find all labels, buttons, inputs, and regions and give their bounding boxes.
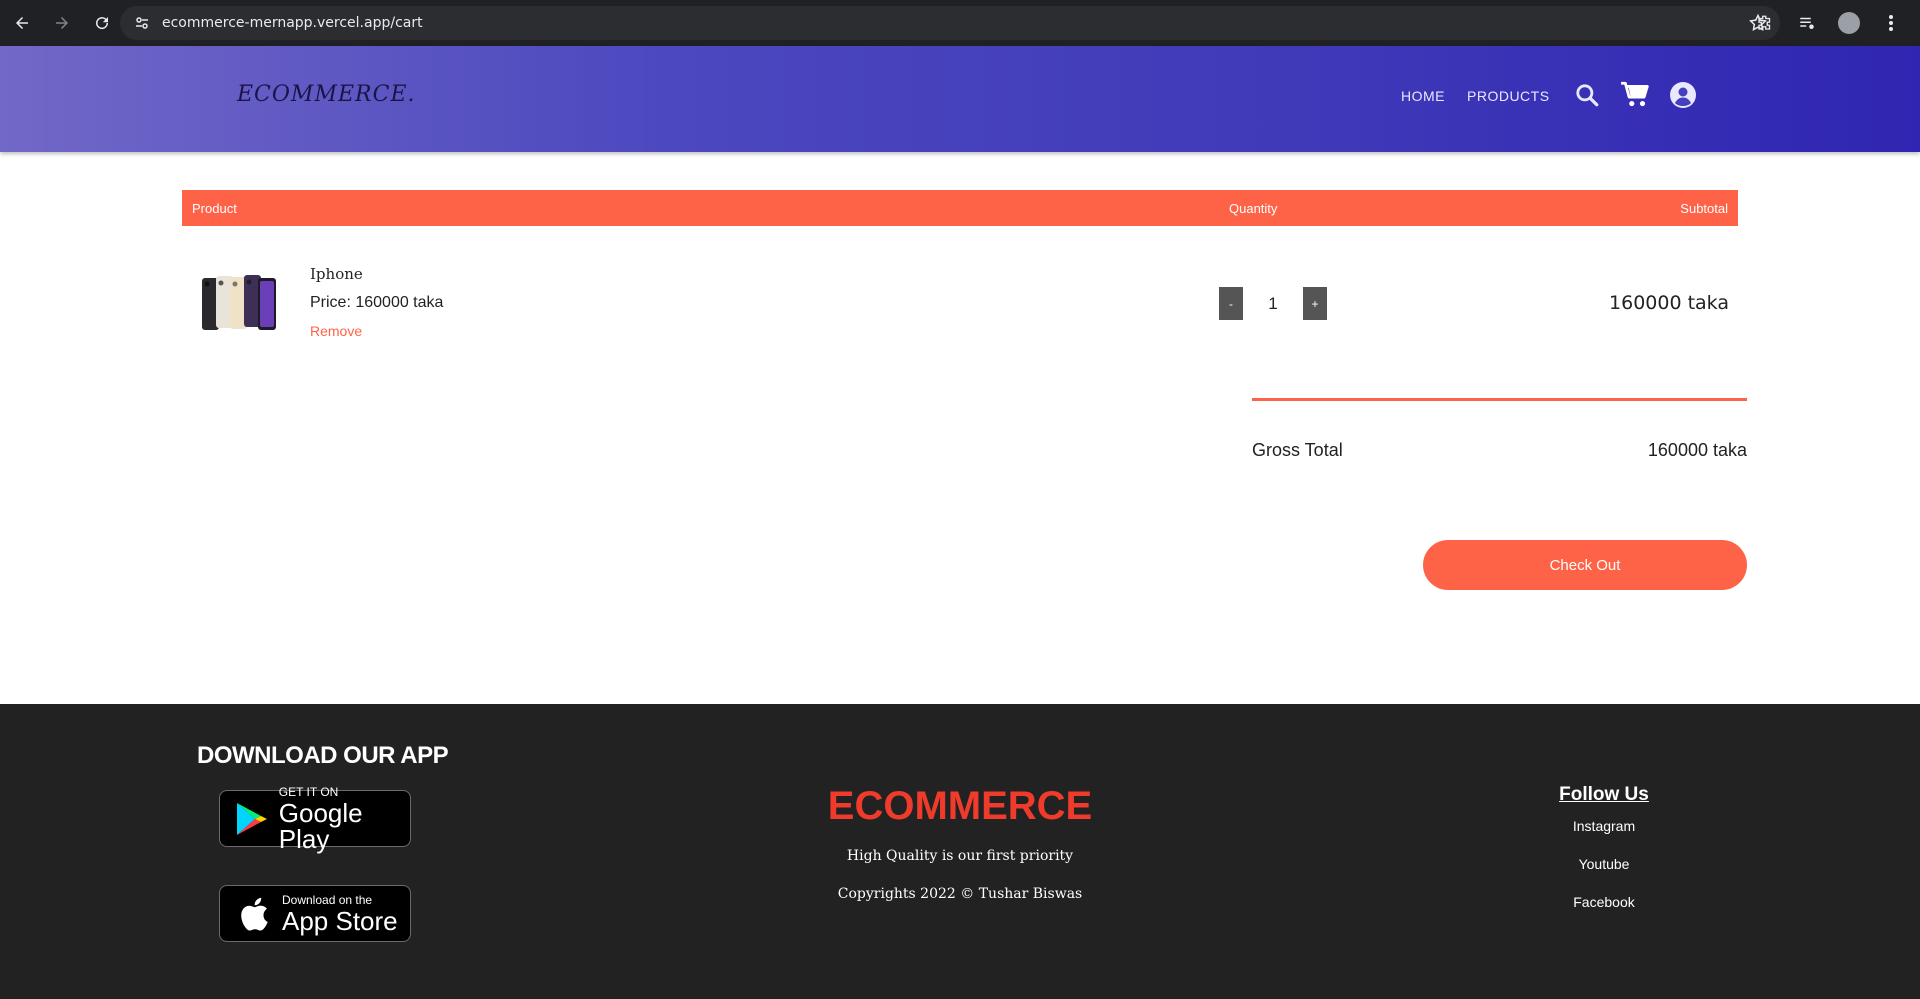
product-price: Price: 160000 taka — [310, 294, 444, 311]
site-logo[interactable]: ECOMMERCE. — [237, 82, 416, 107]
total-divider — [1252, 398, 1747, 401]
cart-table-header: Product Quantity Subtotal — [182, 190, 1738, 226]
address-bar[interactable]: ecommerce-mernapp.vercel.app/cart — [120, 6, 1780, 40]
forward-icon[interactable] — [44, 5, 80, 41]
profile-avatar-icon[interactable] — [1838, 12, 1860, 34]
column-subtotal: Subtotal — [1680, 201, 1728, 216]
product-name[interactable]: Iphone — [310, 265, 363, 283]
browser-toolbar: ecommerce-mernapp.vercel.app/cart — [0, 0, 1920, 46]
site-header: ECOMMERCE. HOME PRODUCTS — [0, 46, 1920, 152]
search-icon[interactable] — [1572, 80, 1602, 110]
youtube-link[interactable]: Youtube — [1500, 856, 1708, 872]
checkout-button[interactable]: Check Out — [1423, 540, 1747, 590]
header-icons — [1572, 80, 1698, 110]
decrease-quantity-button[interactable]: - — [1219, 287, 1243, 320]
download-app-title: DOWNLOAD OUR APP — [197, 742, 449, 769]
gross-total-label: Gross Total — [1252, 440, 1343, 460]
user-account-icon[interactable] — [1668, 80, 1698, 110]
item-subtotal: 160000 taka — [1609, 292, 1729, 314]
menu-dots-icon[interactable] — [1880, 12, 1902, 34]
increase-quantity-button[interactable]: + — [1303, 287, 1327, 320]
back-icon[interactable] — [4, 5, 40, 41]
gross-total-value: 160000 taka — [1647, 440, 1747, 460]
extensions-icon[interactable] — [1754, 12, 1776, 34]
browser-actions — [1754, 6, 1920, 40]
menu-home-link[interactable]: HOME — [1401, 88, 1445, 104]
quantity-stepper: - 1 + — [1219, 287, 1327, 320]
app-store-big-text: App Store — [282, 905, 398, 936]
menu-products-link[interactable]: PRODUCTS — [1467, 88, 1550, 104]
instagram-link[interactable]: Instagram — [1500, 818, 1708, 834]
cart-icon[interactable] — [1620, 80, 1650, 110]
main-menu: HOME PRODUCTS — [1401, 88, 1550, 104]
media-queue-icon[interactable] — [1796, 12, 1818, 34]
url-text[interactable]: ecommerce-mernapp.vercel.app/cart — [162, 15, 423, 31]
quantity-value[interactable]: 1 — [1243, 294, 1303, 314]
column-quantity: Quantity — [1229, 201, 1278, 216]
reload-icon[interactable] — [84, 5, 120, 41]
follow-us-title: Follow Us — [1559, 784, 1649, 805]
product-image[interactable] — [200, 272, 280, 332]
remove-button[interactable]: Remove — [310, 323, 362, 339]
facebook-link[interactable]: Facebook — [1500, 894, 1708, 910]
column-product: Product — [192, 201, 237, 216]
site-settings-icon[interactable] — [132, 13, 152, 33]
site-footer: DOWNLOAD OUR APP GET IT ON Google Play D… — [0, 704, 1920, 999]
